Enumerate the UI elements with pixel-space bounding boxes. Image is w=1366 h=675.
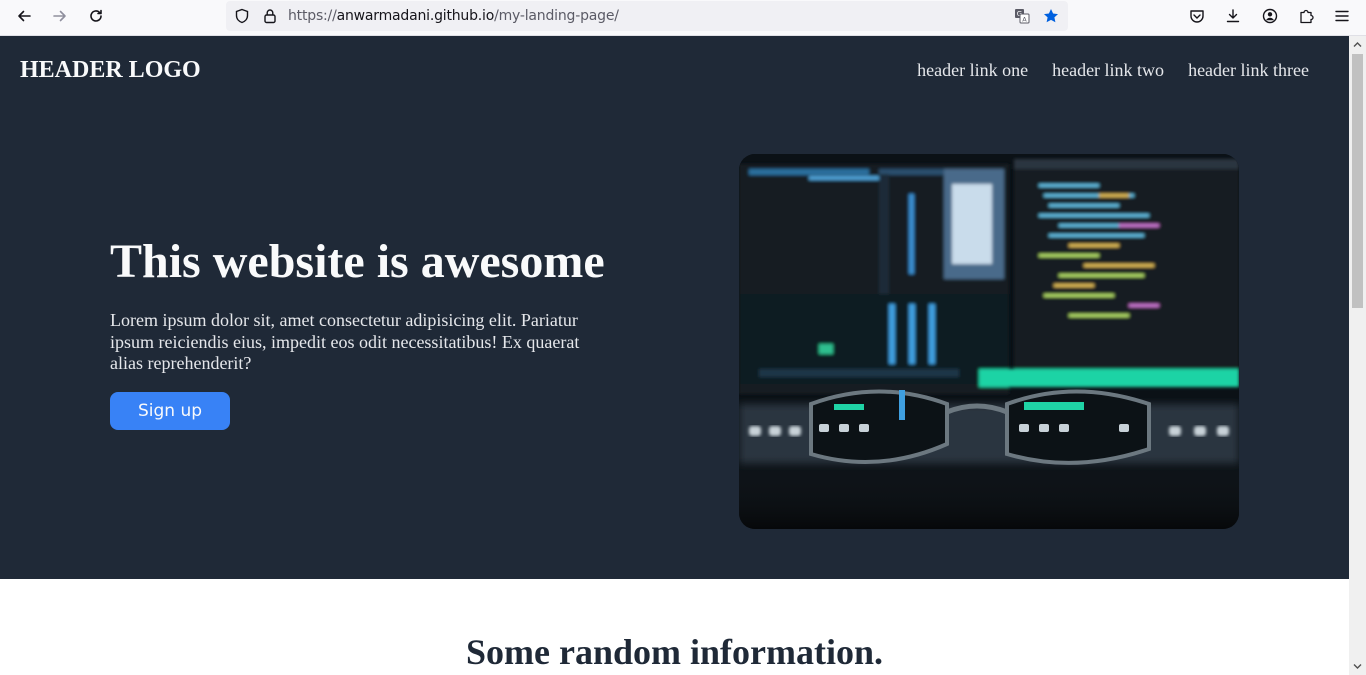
pocket-icon — [1190, 10, 1204, 23]
svg-text:A: A — [1022, 15, 1027, 23]
reload-button[interactable] — [82, 4, 110, 28]
reload-icon — [90, 9, 102, 22]
pocket-button[interactable] — [1183, 4, 1211, 28]
hamburger-icon — [1335, 10, 1349, 22]
sign-up-button[interactable]: Sign up — [110, 392, 230, 430]
scroll-thumb[interactable] — [1352, 54, 1363, 308]
header-logo[interactable]: HEADER LOGO — [20, 57, 201, 84]
arrow-right-icon — [53, 10, 66, 22]
forward-button[interactable] — [46, 4, 74, 28]
header-link-two[interactable]: header link two — [1052, 60, 1164, 81]
hero-title: This website is awesome — [110, 235, 605, 288]
download-icon — [1226, 9, 1240, 23]
menu-button[interactable] — [1328, 4, 1356, 28]
scroll-up-icon[interactable] — [1353, 40, 1362, 49]
page-viewport: HEADER LOGO header link one header link … — [0, 36, 1349, 675]
bookmark-star-icon[interactable] — [1043, 8, 1059, 24]
scroll-down-icon[interactable] — [1353, 662, 1362, 671]
hero-section: HEADER LOGO header link one header link … — [0, 36, 1349, 579]
header-nav: header link one header link two header l… — [917, 60, 1309, 81]
url-text[interactable]: https://anwarmadani.github.io/my-landing… — [288, 8, 619, 24]
downloads-button[interactable] — [1219, 4, 1247, 28]
hero-image — [739, 154, 1239, 529]
account-icon — [1262, 8, 1278, 24]
translate-icon[interactable]: GA — [1014, 8, 1030, 24]
arrow-left-icon — [18, 10, 31, 22]
shield-icon[interactable] — [234, 8, 250, 24]
back-button[interactable] — [10, 4, 38, 28]
lock-icon[interactable] — [262, 8, 278, 24]
info-section-title: Some random information. — [466, 632, 883, 672]
header-link-three[interactable]: header link three — [1188, 60, 1309, 81]
header-link-one[interactable]: header link one — [917, 60, 1028, 81]
browser-toolbar: https://anwarmadani.github.io/my-landing… — [0, 0, 1366, 36]
code-screen-glasses-image — [739, 154, 1239, 529]
page-scrollbar[interactable] — [1349, 36, 1366, 675]
extensions-button[interactable] — [1292, 4, 1320, 28]
account-button[interactable] — [1256, 4, 1284, 28]
puzzle-icon — [1300, 9, 1314, 24]
hero-text: Lorem ipsum dolor sit, amet consectetur … — [110, 310, 580, 373]
address-bar[interactable]: https://anwarmadani.github.io/my-landing… — [226, 1, 1068, 31]
